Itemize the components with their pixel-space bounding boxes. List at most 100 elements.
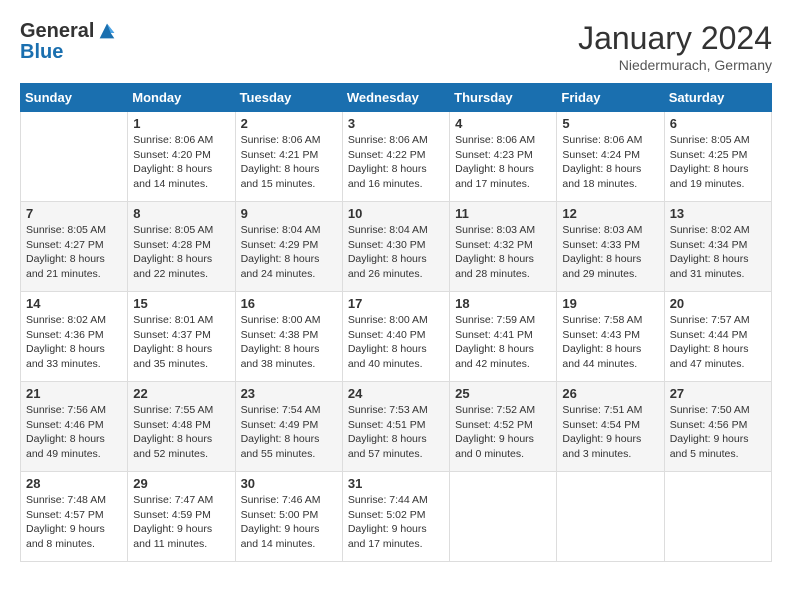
- day-info: Sunrise: 7:59 AMSunset: 4:41 PMDaylight:…: [455, 314, 535, 370]
- weekday-header: Monday: [128, 84, 235, 112]
- calendar-cell: 30 Sunrise: 7:46 AMSunset: 5:00 PMDaylig…: [235, 472, 342, 562]
- weekday-header: Sunday: [21, 84, 128, 112]
- day-number: 5: [562, 116, 658, 131]
- day-info: Sunrise: 8:06 AMSunset: 4:22 PMDaylight:…: [348, 134, 428, 190]
- day-info: Sunrise: 7:46 AMSunset: 5:00 PMDaylight:…: [241, 494, 321, 550]
- calendar-cell: [450, 472, 557, 562]
- calendar-week-row: 7 Sunrise: 8:05 AMSunset: 4:27 PMDayligh…: [21, 202, 772, 292]
- day-number: 21: [26, 386, 122, 401]
- day-info: Sunrise: 7:57 AMSunset: 4:44 PMDaylight:…: [670, 314, 750, 370]
- logo-icon: [96, 20, 118, 42]
- day-info: Sunrise: 8:02 AMSunset: 4:36 PMDaylight:…: [26, 314, 106, 370]
- day-info: Sunrise: 7:52 AMSunset: 4:52 PMDaylight:…: [455, 404, 535, 460]
- day-number: 23: [241, 386, 337, 401]
- calendar-cell: 11 Sunrise: 8:03 AMSunset: 4:32 PMDaylig…: [450, 202, 557, 292]
- day-info: Sunrise: 8:05 AMSunset: 4:25 PMDaylight:…: [670, 134, 750, 190]
- day-info: Sunrise: 7:51 AMSunset: 4:54 PMDaylight:…: [562, 404, 642, 460]
- calendar-cell: 19 Sunrise: 7:58 AMSunset: 4:43 PMDaylig…: [557, 292, 664, 382]
- calendar-cell: 7 Sunrise: 8:05 AMSunset: 4:27 PMDayligh…: [21, 202, 128, 292]
- day-number: 16: [241, 296, 337, 311]
- day-info: Sunrise: 7:44 AMSunset: 5:02 PMDaylight:…: [348, 494, 428, 550]
- calendar-cell: [557, 472, 664, 562]
- calendar-cell: [664, 472, 771, 562]
- day-number: 14: [26, 296, 122, 311]
- day-number: 2: [241, 116, 337, 131]
- day-number: 11: [455, 206, 551, 221]
- calendar-cell: 22 Sunrise: 7:55 AMSunset: 4:48 PMDaylig…: [128, 382, 235, 472]
- weekday-header: Thursday: [450, 84, 557, 112]
- day-number: 24: [348, 386, 444, 401]
- calendar-cell: 17 Sunrise: 8:00 AMSunset: 4:40 PMDaylig…: [342, 292, 449, 382]
- day-info: Sunrise: 8:06 AMSunset: 4:23 PMDaylight:…: [455, 134, 535, 190]
- calendar-cell: 24 Sunrise: 7:53 AMSunset: 4:51 PMDaylig…: [342, 382, 449, 472]
- calendar-week-row: 14 Sunrise: 8:02 AMSunset: 4:36 PMDaylig…: [21, 292, 772, 382]
- day-number: 12: [562, 206, 658, 221]
- calendar-cell: 10 Sunrise: 8:04 AMSunset: 4:30 PMDaylig…: [342, 202, 449, 292]
- day-info: Sunrise: 8:02 AMSunset: 4:34 PMDaylight:…: [670, 224, 750, 280]
- calendar-cell: 21 Sunrise: 7:56 AMSunset: 4:46 PMDaylig…: [21, 382, 128, 472]
- weekday-header: Tuesday: [235, 84, 342, 112]
- weekday-header: Wednesday: [342, 84, 449, 112]
- day-info: Sunrise: 8:03 AMSunset: 4:33 PMDaylight:…: [562, 224, 642, 280]
- day-info: Sunrise: 8:05 AMSunset: 4:28 PMDaylight:…: [133, 224, 213, 280]
- day-info: Sunrise: 8:00 AMSunset: 4:38 PMDaylight:…: [241, 314, 321, 370]
- calendar-cell: 1 Sunrise: 8:06 AMSunset: 4:20 PMDayligh…: [128, 112, 235, 202]
- day-info: Sunrise: 7:48 AMSunset: 4:57 PMDaylight:…: [26, 494, 106, 550]
- calendar-cell: 13 Sunrise: 8:02 AMSunset: 4:34 PMDaylig…: [664, 202, 771, 292]
- calendar-cell: 8 Sunrise: 8:05 AMSunset: 4:28 PMDayligh…: [128, 202, 235, 292]
- day-number: 22: [133, 386, 229, 401]
- month-year: January 2024: [578, 20, 772, 57]
- weekday-header: Friday: [557, 84, 664, 112]
- day-number: 30: [241, 476, 337, 491]
- calendar-cell: 16 Sunrise: 8:00 AMSunset: 4:38 PMDaylig…: [235, 292, 342, 382]
- weekday-header: Saturday: [664, 84, 771, 112]
- day-number: 6: [670, 116, 766, 131]
- calendar-cell: 28 Sunrise: 7:48 AMSunset: 4:57 PMDaylig…: [21, 472, 128, 562]
- day-number: 31: [348, 476, 444, 491]
- day-number: 9: [241, 206, 337, 221]
- day-info: Sunrise: 8:00 AMSunset: 4:40 PMDaylight:…: [348, 314, 428, 370]
- day-number: 20: [670, 296, 766, 311]
- day-info: Sunrise: 8:06 AMSunset: 4:21 PMDaylight:…: [241, 134, 321, 190]
- day-info: Sunrise: 7:58 AMSunset: 4:43 PMDaylight:…: [562, 314, 642, 370]
- logo: General Blue: [20, 20, 118, 63]
- calendar-table: SundayMondayTuesdayWednesdayThursdayFrid…: [20, 83, 772, 562]
- page-header: General Blue January 2024 Niedermurach, …: [20, 20, 772, 73]
- calendar-cell: 14 Sunrise: 8:02 AMSunset: 4:36 PMDaylig…: [21, 292, 128, 382]
- calendar-cell: 23 Sunrise: 7:54 AMSunset: 4:49 PMDaylig…: [235, 382, 342, 472]
- day-number: 10: [348, 206, 444, 221]
- calendar-cell: 6 Sunrise: 8:05 AMSunset: 4:25 PMDayligh…: [664, 112, 771, 202]
- day-info: Sunrise: 8:04 AMSunset: 4:30 PMDaylight:…: [348, 224, 428, 280]
- day-info: Sunrise: 8:06 AMSunset: 4:24 PMDaylight:…: [562, 134, 642, 190]
- calendar-week-row: 21 Sunrise: 7:56 AMSunset: 4:46 PMDaylig…: [21, 382, 772, 472]
- calendar-cell: 12 Sunrise: 8:03 AMSunset: 4:33 PMDaylig…: [557, 202, 664, 292]
- day-info: Sunrise: 7:50 AMSunset: 4:56 PMDaylight:…: [670, 404, 750, 460]
- day-info: Sunrise: 8:05 AMSunset: 4:27 PMDaylight:…: [26, 224, 106, 280]
- calendar-cell: 25 Sunrise: 7:52 AMSunset: 4:52 PMDaylig…: [450, 382, 557, 472]
- day-info: Sunrise: 8:06 AMSunset: 4:20 PMDaylight:…: [133, 134, 213, 190]
- calendar-cell: 18 Sunrise: 7:59 AMSunset: 4:41 PMDaylig…: [450, 292, 557, 382]
- day-number: 27: [670, 386, 766, 401]
- location: Niedermurach, Germany: [578, 57, 772, 73]
- calendar-cell: 31 Sunrise: 7:44 AMSunset: 5:02 PMDaylig…: [342, 472, 449, 562]
- day-number: 19: [562, 296, 658, 311]
- calendar-cell: 3 Sunrise: 8:06 AMSunset: 4:22 PMDayligh…: [342, 112, 449, 202]
- day-number: 29: [133, 476, 229, 491]
- calendar-week-row: 28 Sunrise: 7:48 AMSunset: 4:57 PMDaylig…: [21, 472, 772, 562]
- calendar-cell: 2 Sunrise: 8:06 AMSunset: 4:21 PMDayligh…: [235, 112, 342, 202]
- day-number: 28: [26, 476, 122, 491]
- day-number: 1: [133, 116, 229, 131]
- day-number: 3: [348, 116, 444, 131]
- calendar-cell: 26 Sunrise: 7:51 AMSunset: 4:54 PMDaylig…: [557, 382, 664, 472]
- calendar-cell: 27 Sunrise: 7:50 AMSunset: 4:56 PMDaylig…: [664, 382, 771, 472]
- calendar-cell: 9 Sunrise: 8:04 AMSunset: 4:29 PMDayligh…: [235, 202, 342, 292]
- calendar-cell: 15 Sunrise: 8:01 AMSunset: 4:37 PMDaylig…: [128, 292, 235, 382]
- day-number: 15: [133, 296, 229, 311]
- day-number: 17: [348, 296, 444, 311]
- day-info: Sunrise: 7:55 AMSunset: 4:48 PMDaylight:…: [133, 404, 213, 460]
- calendar-cell: 5 Sunrise: 8:06 AMSunset: 4:24 PMDayligh…: [557, 112, 664, 202]
- title-block: January 2024 Niedermurach, Germany: [578, 20, 772, 73]
- day-number: 26: [562, 386, 658, 401]
- logo-blue: Blue: [20, 41, 63, 63]
- day-number: 25: [455, 386, 551, 401]
